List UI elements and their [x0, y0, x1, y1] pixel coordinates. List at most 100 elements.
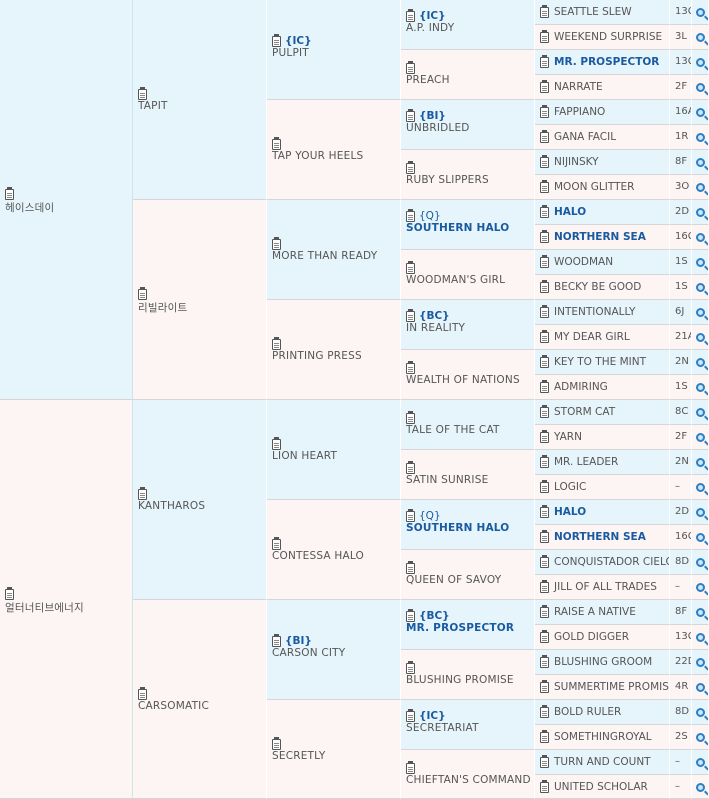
horse-cell-gen4[interactable]: {Q} SOUTHERN HALO — [401, 500, 535, 550]
horse-name[interactable]: GOLD DIGGER — [554, 631, 629, 643]
horse-name[interactable]: NARRATE — [554, 81, 603, 93]
horse-name[interactable]: PRINTING PRESS — [272, 350, 362, 362]
horse-name[interactable]: QUEEN OF SAVOY — [406, 574, 501, 586]
horse-cell-gen4[interactable]: WEALTH OF NATIONS — [401, 350, 535, 400]
horse-cell-gen4[interactable]: {IC} SECRETARIAT — [401, 700, 535, 750]
horse-name[interactable]: INTENTIONALLY — [554, 306, 635, 318]
lookup-cell[interactable] — [692, 100, 709, 125]
horse-name[interactable]: SOUTHERN HALO — [406, 522, 509, 534]
horse-cell-gen3[interactable]: PRINTING PRESS — [267, 300, 401, 400]
clipboard-icon[interactable] — [5, 186, 14, 200]
magnifier-icon[interactable] — [696, 58, 705, 67]
clipboard-icon[interactable] — [138, 86, 147, 100]
clipboard-icon[interactable] — [540, 429, 549, 443]
horse-name[interactable]: STORM CAT — [554, 406, 615, 418]
horse-name[interactable]: RUBY SLIPPERS — [406, 174, 489, 186]
horse-cell-gen5[interactable]: JILL OF ALL TRADES — [535, 575, 670, 600]
horse-cell-gen4[interactable]: {BI} UNBRIDLED — [401, 100, 535, 150]
horse-cell-gen5[interactable]: BECKY BE GOOD — [535, 275, 670, 300]
lookup-cell[interactable] — [692, 550, 709, 575]
clipboard-icon[interactable] — [138, 286, 147, 300]
lookup-cell[interactable] — [692, 25, 709, 50]
horse-name[interactable]: SECRETLY — [272, 750, 325, 762]
horse-name[interactable]: A.P. INDY — [406, 22, 454, 34]
lookup-cell[interactable] — [692, 525, 709, 550]
horse-cell-gen5[interactable]: MOON GLITTER — [535, 175, 670, 200]
horse-name[interactable]: ADMIRING — [554, 381, 608, 393]
horse-cell-gen3[interactable]: TAP YOUR HEELS — [267, 100, 401, 200]
clipboard-icon[interactable] — [540, 404, 549, 418]
lookup-cell[interactable] — [692, 50, 709, 75]
horse-cell-gen5[interactable]: HALO — [535, 500, 670, 525]
clipboard-icon[interactable] — [540, 654, 549, 668]
clipboard-icon[interactable] — [540, 154, 549, 168]
horse-name[interactable]: TAP YOUR HEELS — [272, 150, 363, 162]
clipboard-icon[interactable] — [540, 504, 549, 518]
clipboard-icon[interactable] — [406, 608, 415, 622]
lookup-cell[interactable] — [692, 675, 709, 700]
horse-cell-gen3[interactable]: {BI} CARSON CITY — [267, 600, 401, 700]
horse-name[interactable]: CHIEFTAN'S COMMAND — [406, 774, 531, 786]
clipboard-icon[interactable] — [272, 33, 281, 47]
clipboard-icon[interactable] — [540, 79, 549, 93]
horse-name[interactable]: LION HEART — [272, 450, 337, 462]
magnifier-icon[interactable] — [696, 633, 705, 642]
magnifier-icon[interactable] — [696, 558, 705, 567]
horse-cell-gen4[interactable]: CHIEFTAN'S COMMAND — [401, 750, 535, 799]
horse-name[interactable]: UNITED SCHOLAR — [554, 781, 648, 793]
clipboard-icon[interactable] — [540, 604, 549, 618]
horse-name[interactable]: SATIN SUNRISE — [406, 474, 488, 486]
horse-name[interactable]: TAPIT — [138, 100, 168, 112]
horse-name[interactable]: TALE OF THE CAT — [406, 424, 500, 436]
horse-name[interactable]: CONTESSA HALO — [272, 550, 364, 562]
clipboard-icon[interactable] — [406, 410, 415, 424]
lookup-cell[interactable] — [692, 0, 709, 25]
magnifier-icon[interactable] — [696, 708, 705, 717]
horse-cell-gen5[interactable]: NARRATE — [535, 75, 670, 100]
horse-cell-gen5[interactable]: UNITED SCHOLAR — [535, 775, 670, 799]
horse-cell-gen5[interactable]: NIJINSKY — [535, 150, 670, 175]
horse-cell-gen5[interactable]: MR. LEADER — [535, 450, 670, 475]
clipboard-icon[interactable] — [406, 508, 415, 522]
lookup-cell[interactable] — [692, 375, 709, 400]
clipboard-icon[interactable] — [540, 329, 549, 343]
clipboard-icon[interactable] — [406, 308, 415, 322]
lookup-cell[interactable] — [692, 75, 709, 100]
clipboard-icon[interactable] — [406, 660, 415, 674]
horse-cell-gen3[interactable]: LION HEART — [267, 400, 401, 500]
lookup-cell[interactable] — [692, 500, 709, 525]
horse-cell-gen5[interactable]: GANA FACIL — [535, 125, 670, 150]
horse-cell-gen5[interactable]: MR. PROSPECTOR — [535, 50, 670, 75]
horse-cell-gen4[interactable]: PREACH — [401, 50, 535, 100]
lookup-cell[interactable] — [692, 575, 709, 600]
horse-cell-gen4[interactable]: QUEEN OF SAVOY — [401, 550, 535, 600]
magnifier-icon[interactable] — [696, 458, 705, 467]
clipboard-icon[interactable] — [272, 436, 281, 450]
lookup-cell[interactable] — [692, 750, 709, 775]
horse-cell-gen5[interactable]: NORTHERN SEA — [535, 225, 670, 250]
magnifier-icon[interactable] — [696, 533, 705, 542]
clipboard-icon[interactable] — [540, 379, 549, 393]
clipboard-icon[interactable] — [272, 633, 281, 647]
lookup-cell[interactable] — [692, 600, 709, 625]
clipboard-icon[interactable] — [540, 779, 549, 793]
horse-name[interactable]: MR. PROSPECTOR — [554, 56, 659, 68]
lookup-cell[interactable] — [692, 200, 709, 225]
horse-cell-gen4[interactable]: RUBY SLIPPERS — [401, 150, 535, 200]
horse-name[interactable]: LOGIC — [554, 481, 586, 493]
magnifier-icon[interactable] — [696, 158, 705, 167]
horse-name[interactable]: HALO — [554, 506, 586, 518]
horse-cell-gen5[interactable]: INTENTIONALLY — [535, 300, 670, 325]
clipboard-icon[interactable] — [540, 179, 549, 193]
horse-name[interactable]: NIJINSKY — [554, 156, 599, 168]
clipboard-icon[interactable] — [540, 579, 549, 593]
horse-name[interactable]: SOUTHERN HALO — [406, 222, 509, 234]
horse-cell-gen5[interactable]: NORTHERN SEA — [535, 525, 670, 550]
horse-cell-gen5[interactable]: WOODMAN — [535, 250, 670, 275]
clipboard-icon[interactable] — [272, 136, 281, 150]
clipboard-icon[interactable] — [406, 560, 415, 574]
clipboard-icon[interactable] — [272, 336, 281, 350]
magnifier-icon[interactable] — [696, 358, 705, 367]
horse-cell-gen5[interactable]: MY DEAR GIRL — [535, 325, 670, 350]
magnifier-icon[interactable] — [696, 233, 705, 242]
